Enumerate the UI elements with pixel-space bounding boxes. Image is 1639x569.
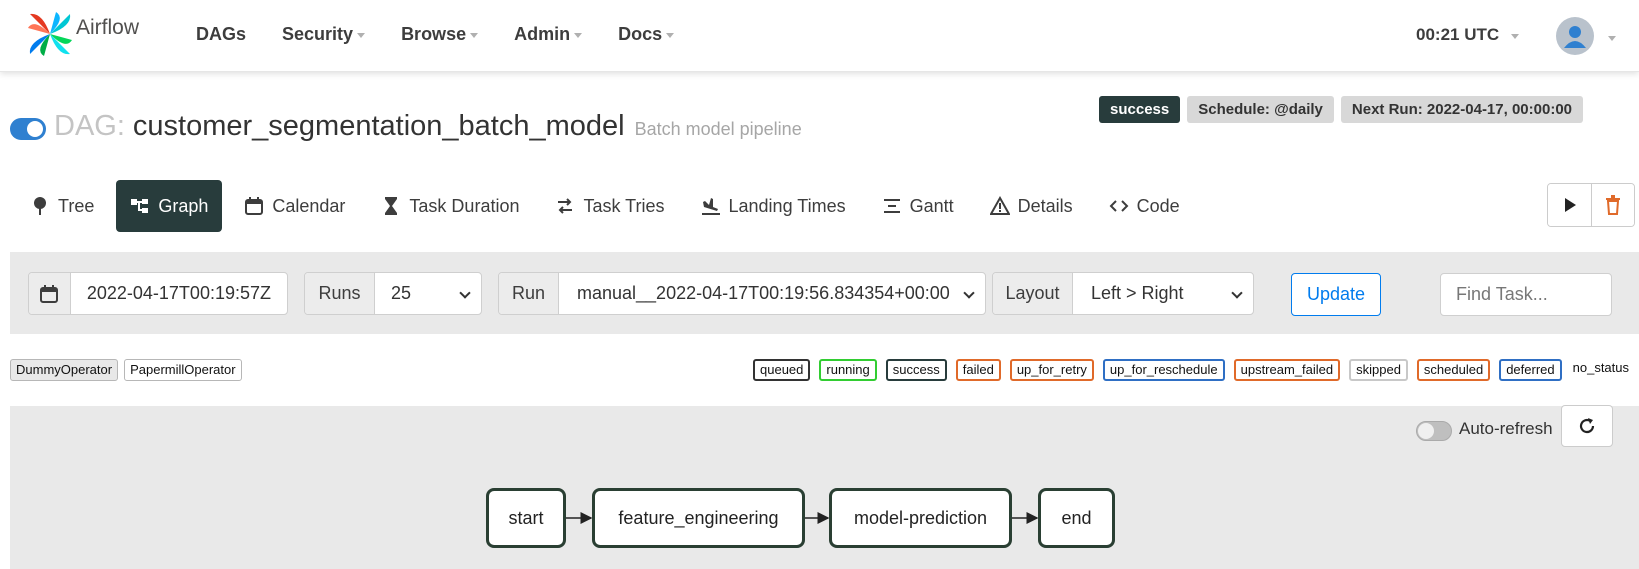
graph-edges [566, 512, 1039, 524]
task-node-model-prediction[interactable]: model-prediction [829, 488, 1012, 548]
task-node-end[interactable]: end [1038, 488, 1115, 548]
task-node-feature-engineering[interactable]: feature_engineering [592, 488, 805, 548]
task-node-start[interactable]: start [486, 488, 566, 548]
